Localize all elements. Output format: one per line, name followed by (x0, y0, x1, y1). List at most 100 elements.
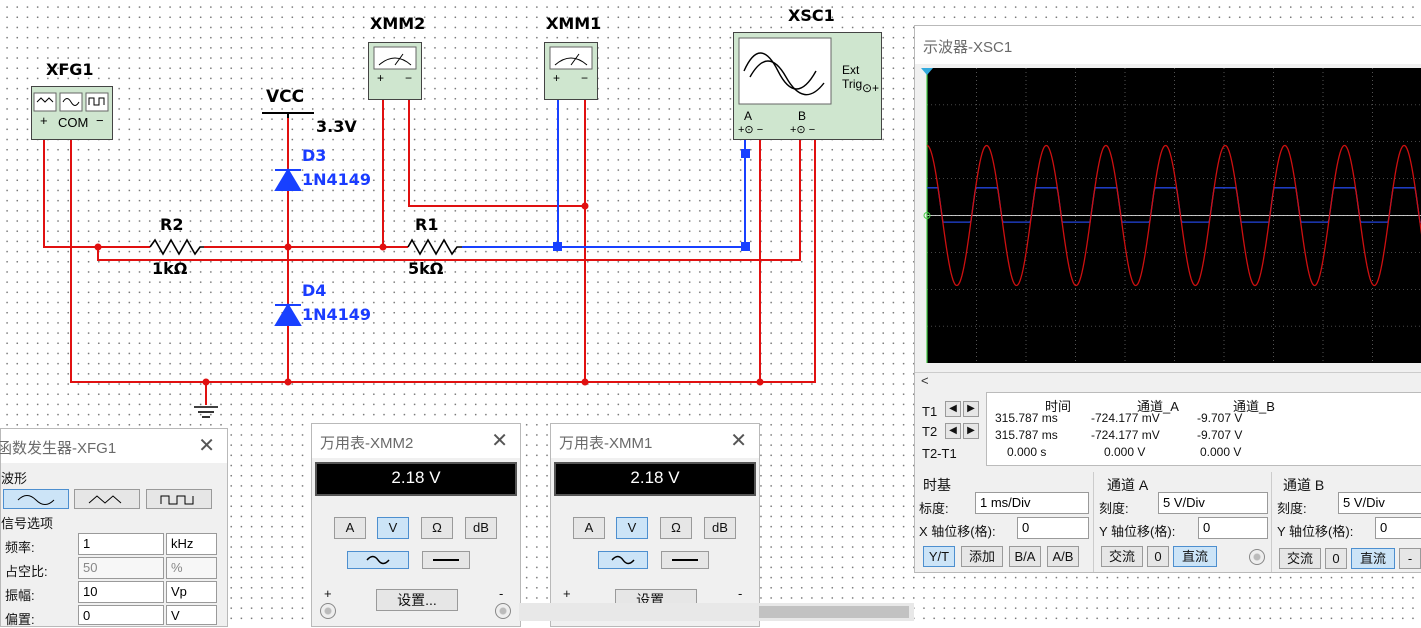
decibel-mode-button[interactable]: dB (465, 517, 497, 539)
signal-options-label: 信号选项 (1, 516, 54, 531)
channel-b-zero-button[interactable]: 0 (1325, 548, 1347, 569)
voltmeter-mode-button[interactable]: V (377, 517, 409, 539)
amplitude-input[interactable]: 10 (78, 581, 164, 603)
channel-a-dc-button[interactable]: 直流 (1173, 546, 1217, 567)
scope-scrollbar[interactable]: < (915, 372, 1421, 389)
schematic-hscroll[interactable] (519, 603, 914, 621)
function-generator-window[interactable]: 函数发生器-XFG1 ✕ 波形 信号选项 频率: 1 kHz 占空比: 50 %… (0, 428, 228, 627)
close-icon[interactable]: ✕ (198, 433, 215, 458)
frequency-unit[interactable]: kHz (166, 533, 217, 555)
d3-label: D3 (302, 146, 327, 165)
d4-part: 1N4149 (302, 305, 372, 324)
ohmmeter-mode-button[interactable]: Ω (421, 517, 453, 539)
oscilloscope-window[interactable]: 示波器-XSC1 < T1 ◀ ▶ T2 ◀ ▶ T2-T1 时间 通道_A 通… (914, 25, 1421, 573)
channel-a-ypos-label: Y 轴位移(格): (1099, 524, 1176, 539)
timebase-title: 时基 (923, 477, 951, 493)
channel-b-minus-button[interactable]: - (1399, 548, 1421, 569)
ac-mode-button[interactable] (598, 551, 648, 569)
multimeter-xmm2-symbol[interactable]: + − (368, 42, 422, 100)
a-over-b-button[interactable]: A/B (1047, 546, 1079, 567)
dc-line-icon (433, 559, 459, 561)
amplitude-unit[interactable]: Vp (166, 581, 217, 603)
xmm2-label: XMM2 (370, 14, 426, 33)
xfg1-label: XFG1 (46, 60, 94, 79)
oscilloscope-screen[interactable] (915, 66, 1421, 376)
offset-input[interactable]: 0 (78, 605, 164, 625)
scroll-left-arrow[interactable]: < (921, 373, 929, 388)
channel-a-ypos-input[interactable]: 0 (1198, 517, 1268, 539)
b-over-a-button[interactable]: B/A (1009, 546, 1041, 567)
t1-left-arrow[interactable]: ◀ (945, 401, 961, 417)
d3-part: 1N4149 (302, 170, 372, 189)
yt-mode-button[interactable]: Y/T (923, 546, 955, 567)
duty-cycle-unit[interactable]: % (166, 557, 217, 579)
channel-a-terminal[interactable] (1249, 549, 1265, 565)
ammeter-mode-button[interactable]: A (334, 517, 366, 539)
channel-a-scale-label: 刻度: (1099, 501, 1129, 516)
channel-b-ypos-input[interactable]: 0 (1375, 517, 1421, 539)
channel-b-dc-button[interactable]: 直流 (1351, 548, 1395, 569)
scope-screen-icon (738, 37, 832, 105)
schematic-hscroll-thumb[interactable] (759, 606, 909, 618)
positive-terminal[interactable] (320, 603, 336, 619)
timebase-scale-label: 标度: (919, 501, 949, 516)
triangle-wave-button[interactable] (74, 489, 140, 509)
triangle-icon (88, 495, 122, 504)
sine-wave-button[interactable] (3, 489, 69, 509)
square-wave-button[interactable] (146, 489, 212, 509)
channel-a-ac-button[interactable]: 交流 (1101, 546, 1143, 567)
negative-terminal-label: - (499, 586, 504, 601)
ohmmeter-mode-button[interactable]: Ω (660, 517, 692, 539)
multimeter-xmm2-title: 万用表-XMM2 (320, 435, 414, 452)
channel-a-zero-button[interactable]: 0 (1147, 546, 1169, 567)
function-generator-titlebar[interactable]: 函数发生器-XFG1 ✕ (0, 429, 227, 463)
xsc1-b-terminals: +⊙ − (790, 124, 816, 136)
duty-cycle-input[interactable]: 50 (78, 557, 164, 579)
close-icon[interactable]: ✕ (491, 428, 508, 453)
amplitude-label: 振幅: (5, 588, 35, 603)
channel-a-scale-input[interactable]: 5 V/Div (1158, 492, 1268, 514)
voltmeter-mode-button[interactable]: V (616, 517, 648, 539)
r2-label: R2 (160, 215, 184, 234)
vcc-value: 3.3V (316, 117, 357, 136)
t2-right-arrow[interactable]: ▶ (963, 423, 979, 439)
multimeter-xmm1-titlebar[interactable]: 万用表-XMM1 ✕ (551, 424, 759, 458)
xsc1-label: XSC1 (788, 6, 835, 25)
dc-mode-button[interactable] (661, 551, 709, 569)
ac-mode-button[interactable] (347, 551, 409, 569)
oscilloscope-titlebar[interactable]: 示波器-XSC1 (915, 26, 1421, 64)
t2-left-arrow[interactable]: ◀ (945, 423, 961, 439)
multimeter-xmm2-window[interactable]: 万用表-XMM2 ✕ 2.18 V A V Ω dB + 设置... - (311, 423, 521, 627)
decibel-mode-button[interactable]: dB (704, 517, 736, 539)
offset-unit[interactable]: V (166, 605, 217, 625)
ammeter-mode-button[interactable]: A (573, 517, 605, 539)
add-mode-button[interactable]: 添加 (961, 546, 1003, 567)
t2-channel-b: -9.707 V (1197, 428, 1243, 442)
t2-t1-label: T2-T1 (922, 446, 957, 461)
settings-button[interactable]: 设置... (376, 589, 458, 611)
x-position-input[interactable]: 0 (1017, 517, 1089, 539)
positive-terminal-label: + (324, 586, 332, 601)
t1-time: 315.787 ms (995, 411, 1058, 425)
channel-b-ac-button[interactable]: 交流 (1279, 548, 1321, 569)
square-icon (160, 495, 194, 505)
delta-channel-a: 0.000 V (1104, 445, 1146, 459)
timebase-scale-input[interactable]: 1 ms/Div (975, 492, 1089, 514)
xmm1-label: XMM1 (546, 14, 602, 33)
multimeter-xmm1-symbol[interactable]: + − (544, 42, 598, 100)
t1-right-arrow[interactable]: ▶ (963, 401, 979, 417)
negative-terminal[interactable] (495, 603, 511, 619)
oscilloscope-xsc1-symbol[interactable]: Ext Trig ⊙+ A B +⊙ − +⊙ − (733, 32, 882, 140)
multimeter-xmm1-reading: 2.18 V (554, 462, 756, 496)
channel-b-scale-input[interactable]: 5 V/Div (1338, 492, 1421, 514)
sine-icon (17, 495, 55, 505)
dc-mode-button[interactable] (422, 551, 470, 569)
close-icon[interactable]: ✕ (730, 428, 747, 453)
channel-a-title: 通道 A (1107, 477, 1149, 493)
frequency-input[interactable]: 1 (78, 533, 164, 555)
function-generator-symbol[interactable]: + COM − (31, 86, 113, 140)
multimeter-xmm1-window[interactable]: 万用表-XMM1 ✕ 2.18 V A V Ω dB + 设置... - (550, 423, 760, 627)
r2-value: 1kΩ (152, 259, 188, 278)
r1-value: 5kΩ (408, 259, 444, 278)
multimeter-xmm2-titlebar[interactable]: 万用表-XMM2 ✕ (312, 424, 520, 458)
